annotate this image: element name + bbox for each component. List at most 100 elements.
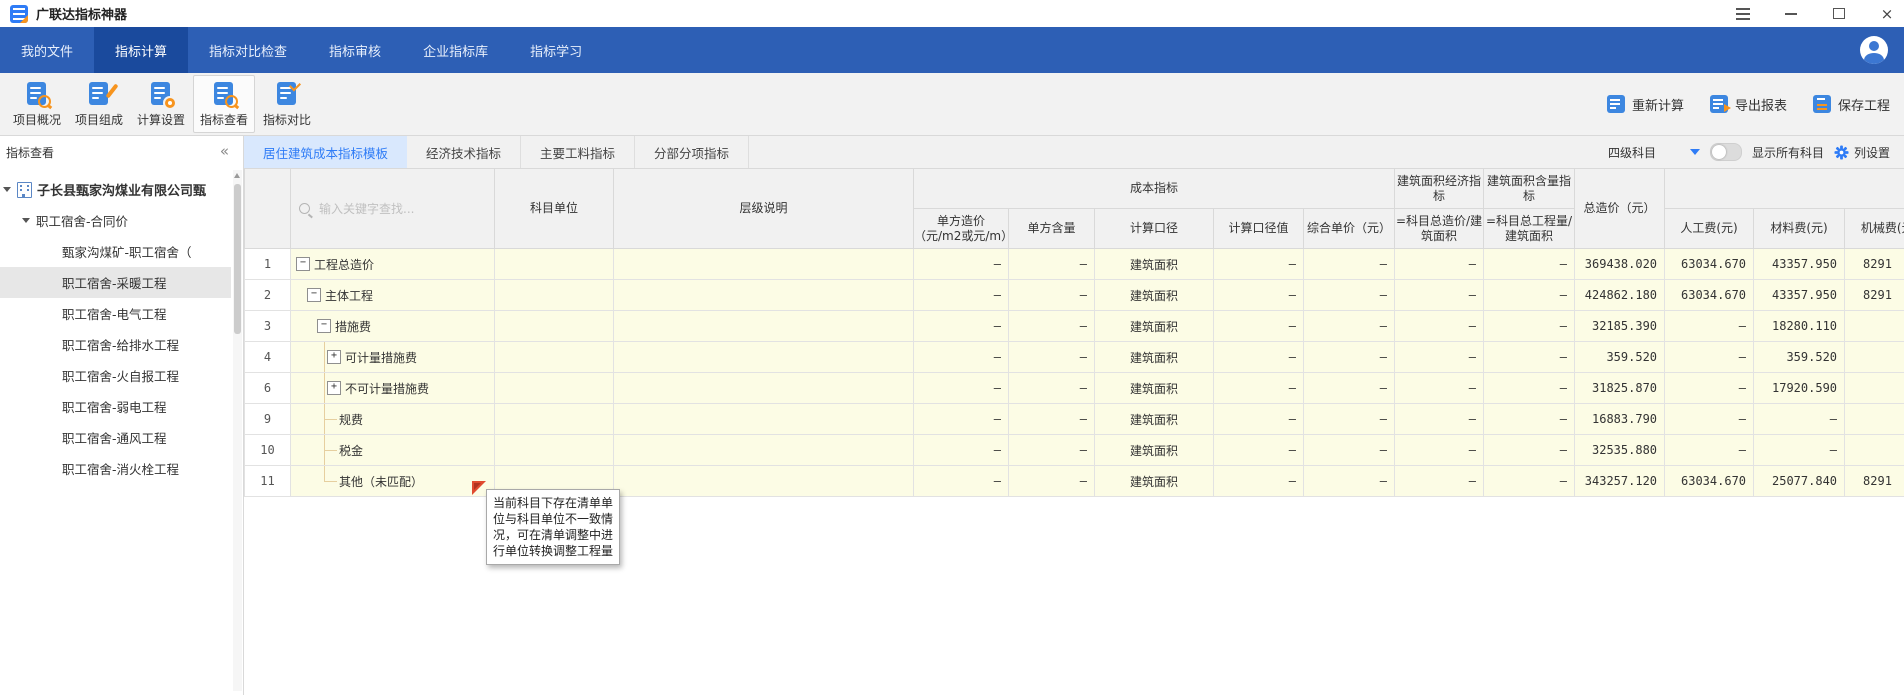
level-desc-cell: [613, 341, 914, 373]
menu-item[interactable]: 指标审核: [308, 27, 402, 73]
total-cost-cell: 16883.790: [1574, 403, 1666, 435]
unit-mismatch-tooltip: 当前科目下存在清单单位与科目单位不一致情况，可在清单调整中进行单位转换调整工程量: [486, 489, 620, 565]
subject-level-dropdown[interactable]: 四级科目: [1608, 144, 1700, 161]
total-cost-cell: 32185.390: [1574, 310, 1666, 342]
action-button[interactable]: 导出报表: [1709, 95, 1787, 114]
tree-item[interactable]: 职工宿舍-合同价: [0, 205, 231, 236]
tree-item[interactable]: 职工宿舍-采暖工程: [0, 267, 231, 298]
tree-item[interactable]: 职工宿舍-弱电工程: [0, 391, 231, 422]
comp-unit-price-cell: –: [1302, 465, 1396, 497]
material-cost-cell: 17920.590: [1753, 372, 1846, 404]
sidebar-title: 指标查看: [6, 145, 55, 160]
collapse-sidebar-button[interactable]: «: [220, 143, 237, 161]
toolbar-button[interactable]: 指标对比: [257, 75, 317, 133]
user-avatar[interactable]: [1860, 36, 1888, 64]
subject-name-cell[interactable]: + 可计量措施费: [290, 341, 495, 373]
menu-item[interactable]: 指标学习: [509, 27, 603, 73]
expand-toggle-icon[interactable]: +: [327, 381, 341, 395]
doc-pencil-icon: [86, 81, 119, 108]
tree-item[interactable]: 甄家沟煤矿-职工宿舍（: [0, 236, 231, 267]
level-desc-cell: [613, 248, 914, 280]
scroll-up-icon[interactable]: [234, 173, 240, 178]
toolbar: 项目概况 项目组成 计算设置 指标查看 指标对比 重新计算 导出报表 保存工程: [0, 73, 1904, 136]
collapse-toggle-icon[interactable]: −: [317, 319, 331, 333]
tree-item[interactable]: 职工宿舍-消火栓工程: [0, 453, 231, 484]
subject-name-cell[interactable]: 规费: [290, 403, 495, 435]
subject-name-cell[interactable]: − 措施费: [290, 310, 495, 342]
tree-item-label: 职工宿舍-通风工程: [62, 431, 167, 446]
total-cost-cell: 369438.020: [1574, 248, 1666, 280]
toolbar-button[interactable]: 计算设置: [131, 75, 191, 133]
unit-qty-cell: –: [1008, 248, 1095, 280]
subject-name-cell[interactable]: 其他（未匹配）: [290, 465, 495, 497]
labor-cost-cell: –: [1664, 372, 1755, 404]
toolbar-button[interactable]: 项目概况: [7, 75, 67, 133]
tab[interactable]: 主要工料指标: [521, 136, 636, 168]
subject-name-label: 不可计量措施费: [345, 381, 430, 396]
column-group-econ: 建筑面积经济指标: [1394, 168, 1485, 209]
tree-item-label: 职工宿舍-电气工程: [62, 307, 167, 322]
tree-item[interactable]: 职工宿舍-电气工程: [0, 298, 231, 329]
subject-name-cell[interactable]: − 工程总造价: [290, 248, 495, 280]
tree-item[interactable]: 职工宿舍-通风工程: [0, 422, 231, 453]
machine-cost-cell: [1844, 341, 1904, 373]
table-row[interactable]: 9 规费 – – 建筑面积 – – – –16883.790– –: [244, 403, 1904, 435]
toolbar-button[interactable]: 指标查看: [193, 75, 255, 133]
material-cost-cell: 25077.840: [1753, 465, 1846, 497]
show-all-subjects-toggle[interactable]: [1709, 143, 1742, 161]
maximize-button[interactable]: [1828, 4, 1850, 24]
row-number-cell: 9: [244, 403, 291, 435]
labor-cost-cell: –: [1664, 434, 1755, 466]
scrollbar-thumb[interactable]: [234, 184, 241, 334]
column-settings-button[interactable]: 列设置: [1834, 144, 1890, 161]
labor-cost-cell: –: [1664, 341, 1755, 373]
table-row[interactable]: 2− 主体工程 – – 建筑面积 – – – –424862.180 63034.670 43357…: [244, 279, 1904, 311]
collapse-toggle-icon[interactable]: −: [296, 257, 310, 271]
tab[interactable]: 经济技术指标: [407, 136, 522, 168]
subject-unit-cell: [494, 372, 614, 404]
subject-name-cell[interactable]: + 不可计量措施费: [290, 372, 495, 404]
toolbar-button-label: 项目组成: [74, 112, 123, 127]
table-row[interactable]: 3− 措施费 – – 建筑面积 – – – –32185.390–18280.110: [244, 310, 1904, 342]
app-title: 广联达指标神器: [36, 8, 128, 23]
expand-toggle-icon[interactable]: +: [327, 350, 341, 364]
menu-item[interactable]: 我的文件: [0, 27, 94, 73]
app-logo-icon: [10, 4, 28, 23]
subject-name-cell[interactable]: − 主体工程: [290, 279, 495, 311]
tree-item[interactable]: 职工宿舍-火自报工程: [0, 360, 231, 391]
menu-item[interactable]: 指标计算: [94, 27, 189, 73]
hamburger-menu-button[interactable]: [1732, 4, 1754, 24]
table-row[interactable]: 4 + 可计量措施费 – – 建筑面积 – – – –359.520–359.520: [244, 341, 1904, 373]
search-input[interactable]: [317, 200, 471, 217]
toolbar-button-label: 计算设置: [136, 112, 185, 127]
comp-unit-price-cell: –: [1302, 403, 1396, 435]
table-row[interactable]: 1− 工程总造价 – – 建筑面积 – – – –369438.020 63034.670 4335…: [244, 248, 1904, 280]
tab[interactable]: 分部分项指标: [635, 136, 750, 168]
action-button[interactable]: 重新计算: [1606, 95, 1684, 114]
material-cost-cell: 18280.110: [1753, 310, 1846, 342]
comp-unit-price-cell: –: [1302, 279, 1396, 311]
column-header-unit-qty: 单方含量: [1008, 208, 1095, 249]
caret-down-icon: [22, 218, 30, 223]
tree-item[interactable]: 子长县甄家沟煤业有限公司甄: [0, 174, 231, 205]
tree-item[interactable]: 职工宿舍-给排水工程: [0, 329, 231, 360]
total-cost-cell: 424862.180: [1574, 279, 1666, 311]
action-button-label: 重新计算: [1631, 98, 1684, 114]
subject-name-cell[interactable]: 税金: [290, 434, 495, 466]
material-cost-cell: –: [1753, 403, 1846, 435]
menu-item[interactable]: 指标对比检查: [188, 27, 308, 73]
toolbar-button-label: 项目概况: [12, 112, 61, 127]
minimize-button[interactable]: [1780, 4, 1802, 24]
action-button[interactable]: 保存工程: [1812, 95, 1890, 114]
unit-price-cell: –: [913, 310, 1009, 342]
level-desc-cell: [613, 434, 914, 466]
toolbar-button[interactable]: 项目组成: [69, 75, 129, 133]
tab[interactable]: 居住建筑成本指标模板: [244, 136, 408, 168]
collapse-toggle-icon[interactable]: −: [307, 288, 321, 302]
table-row[interactable]: 6 + 不可计量措施费 – – 建筑面积 – – – –31825.870–17920.590: [244, 372, 1904, 404]
table-row[interactable]: 10 税金 – – 建筑面积 – – – –32535.880– –: [244, 434, 1904, 466]
recalculate-icon: [1606, 95, 1625, 113]
menu-item[interactable]: 企业指标库: [402, 27, 509, 73]
close-button[interactable]: ×: [1876, 4, 1898, 24]
sidebar-scrollbar[interactable]: [233, 170, 242, 691]
